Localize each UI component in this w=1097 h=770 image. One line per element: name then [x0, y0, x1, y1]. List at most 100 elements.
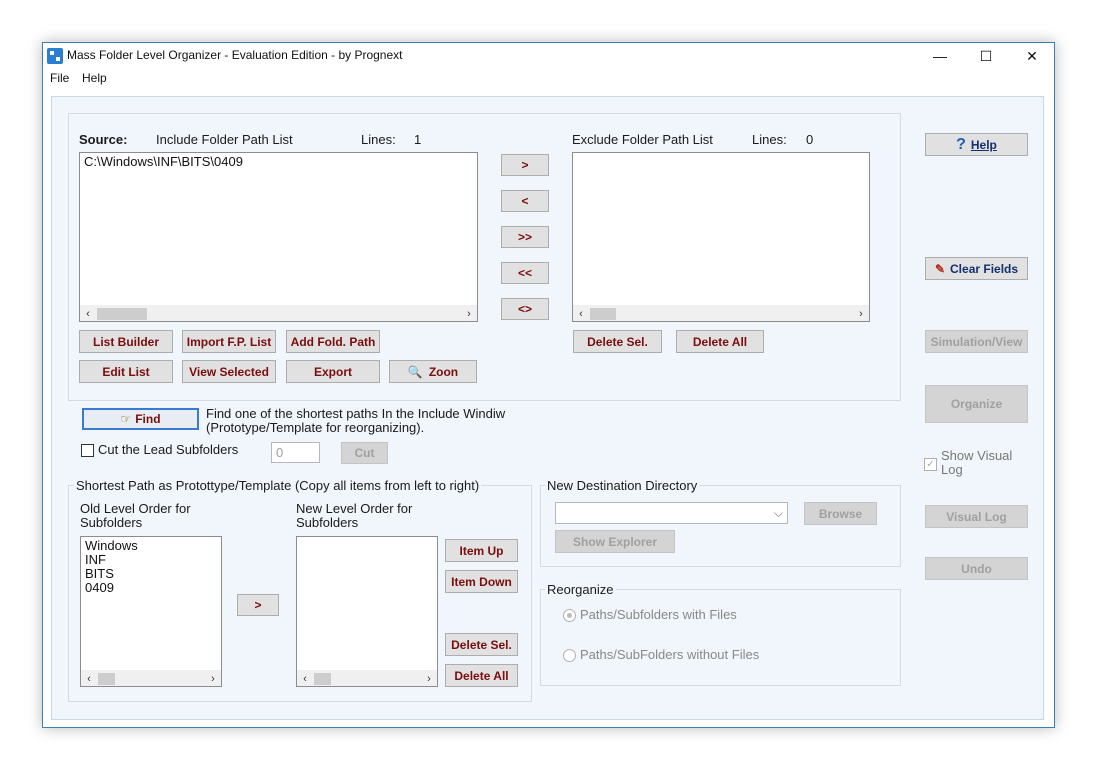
old-level-hscrollbar[interactable]: ‹ ›: [81, 670, 221, 686]
shortest-path-title: Shortest Path as Protottype/Template (Co…: [74, 478, 482, 493]
list-item[interactable]: Windows: [85, 539, 138, 553]
destination-title: New Destination Directory: [545, 478, 700, 493]
with-files-radio[interactable]: [563, 609, 576, 622]
list-item[interactable]: BITS: [85, 567, 138, 581]
include-lines-count: 1: [414, 132, 422, 147]
show-visual-log-checkbox[interactable]: ✓: [924, 458, 937, 471]
close-button[interactable]: ✕: [1009, 43, 1055, 69]
scroll-left-icon[interactable]: ‹: [297, 671, 313, 686]
undo-button[interactable]: Undo: [925, 557, 1028, 580]
swap-button[interactable]: <>: [501, 298, 549, 320]
export-button[interactable]: Export: [286, 360, 380, 383]
with-files-label: Paths/Subfolders with Files: [580, 607, 737, 622]
include-list-title: Include Folder Path List: [156, 132, 293, 147]
help-button[interactable]: ? Help: [925, 133, 1028, 156]
app-icon: [47, 48, 63, 64]
show-visual-log-label: Show Visual Log: [941, 448, 1013, 477]
main-panel: Source: Include Folder Path List Lines: …: [51, 96, 1044, 720]
menu-help[interactable]: Help: [82, 71, 107, 85]
organize-button[interactable]: Organize: [925, 385, 1028, 423]
scroll-right-icon[interactable]: ›: [205, 671, 221, 686]
edit-list-button[interactable]: Edit List: [79, 360, 173, 383]
scroll-right-icon[interactable]: ›: [421, 671, 437, 686]
list-item[interactable]: 0409: [85, 581, 138, 595]
minimize-button[interactable]: —: [917, 43, 963, 69]
exclude-path-list[interactable]: ‹ ›: [572, 152, 870, 322]
without-files-label: Paths/SubFolders without Files: [580, 647, 760, 662]
find-description: Find one of the shortest paths In the In…: [206, 406, 506, 435]
move-right-button[interactable]: >: [501, 154, 549, 176]
scroll-thumb[interactable]: [97, 308, 147, 320]
scroll-left-icon[interactable]: ‹: [80, 306, 96, 321]
app-window: Mass Folder Level Organizer - Evaluation…: [42, 42, 1055, 728]
item-up-button[interactable]: Item Up: [445, 539, 518, 562]
include-path-item[interactable]: C:\Windows\INF\BITS\0409: [84, 155, 243, 169]
item-down-button[interactable]: Item Down: [445, 570, 518, 593]
find-button[interactable]: ☞ Find: [82, 408, 199, 430]
question-icon: ?: [956, 135, 966, 153]
list-item[interactable]: INF: [85, 553, 138, 567]
cut-lead-input[interactable]: 0: [271, 442, 320, 463]
simulation-view-button[interactable]: Simulation/View: [925, 330, 1028, 353]
find-label: Find: [135, 412, 161, 426]
scroll-thumb[interactable]: [590, 308, 616, 320]
destination-combobox[interactable]: ⌵: [555, 502, 788, 524]
window-title: Mass Folder Level Organizer - Evaluation…: [67, 48, 403, 62]
cut-button[interactable]: Cut: [341, 442, 388, 464]
old-level-label: Old Level Order for Subfolders: [80, 501, 191, 530]
scroll-right-icon[interactable]: ›: [461, 306, 477, 321]
chevron-down-icon[interactable]: ⌵: [774, 506, 783, 521]
scroll-thumb[interactable]: [314, 673, 331, 685]
include-path-list[interactable]: C:\Windows\INF\BITS\0409 ‹ ›: [79, 152, 478, 322]
move-all-right-button[interactable]: >>: [501, 226, 549, 248]
old-level-list[interactable]: Windows INF BITS 0409 ‹ ›: [80, 536, 222, 687]
list-builder-button[interactable]: List Builder: [79, 330, 173, 353]
exclude-hscrollbar[interactable]: ‹ ›: [573, 305, 869, 321]
move-level-button[interactable]: >: [237, 594, 279, 616]
reorganize-group: [540, 589, 901, 686]
view-selected-button[interactable]: View Selected: [182, 360, 276, 383]
scroll-thumb[interactable]: [98, 673, 115, 685]
delete-all-level-button[interactable]: Delete All: [445, 664, 518, 687]
source-label: Source:: [79, 132, 128, 147]
menu-bar: File Help: [43, 69, 1054, 89]
include-lines-label: Lines:: [361, 132, 396, 147]
zoon-label: Zoon: [428, 364, 459, 379]
new-level-list[interactable]: ‹ ›: [296, 536, 438, 687]
scroll-left-icon[interactable]: ‹: [573, 306, 589, 321]
clear-fields-button[interactable]: ✎ Clear Fields: [925, 257, 1028, 280]
new-level-label: New Level Order for Subfolders: [296, 501, 413, 530]
menu-file[interactable]: File: [50, 71, 69, 85]
clear-fields-label: Clear Fields: [950, 261, 1019, 276]
move-all-left-button[interactable]: <<: [501, 262, 549, 284]
scroll-right-icon[interactable]: ›: [853, 306, 869, 321]
visual-log-button[interactable]: Visual Log: [925, 505, 1028, 528]
reorganize-title: Reorganize: [545, 582, 616, 597]
delete-all-exclude-button[interactable]: Delete All: [676, 330, 764, 353]
scroll-left-icon[interactable]: ‹: [81, 671, 97, 686]
help-label: Help: [970, 137, 997, 152]
delete-sel-level-button[interactable]: Delete Sel.: [445, 633, 518, 656]
add-fold-path-button[interactable]: Add Fold. Path: [286, 330, 380, 353]
import-fp-list-button[interactable]: Import F.P. List: [182, 330, 276, 353]
exclude-lines-count: 0: [806, 132, 814, 147]
exclude-lines-label: Lines:: [752, 132, 787, 147]
cut-lead-checkbox[interactable]: [81, 444, 94, 457]
cut-lead-label: Cut the Lead Subfolders: [98, 442, 239, 457]
new-level-hscrollbar[interactable]: ‹ ›: [297, 670, 437, 686]
include-hscrollbar[interactable]: ‹ ›: [80, 305, 477, 321]
move-left-button[interactable]: <: [501, 190, 549, 212]
browse-button[interactable]: Browse: [804, 502, 877, 525]
show-explorer-button[interactable]: Show Explorer: [555, 530, 675, 553]
title-bar[interactable]: Mass Folder Level Organizer - Evaluation…: [43, 43, 1054, 69]
without-files-radio[interactable]: [563, 649, 576, 662]
magnifier-icon: 🔍: [407, 364, 423, 379]
zoon-button[interactable]: 🔍 Zoon: [389, 360, 477, 383]
eraser-icon: ✎: [934, 261, 946, 276]
old-level-items: Windows INF BITS 0409: [85, 539, 138, 595]
exclude-list-title: Exclude Folder Path List: [572, 132, 713, 147]
delete-sel-exclude-button[interactable]: Delete Sel.: [573, 330, 662, 353]
maximize-button[interactable]: ☐: [963, 43, 1009, 69]
pointer-hand-icon: ☞: [120, 412, 132, 426]
destination-group: [540, 485, 901, 567]
